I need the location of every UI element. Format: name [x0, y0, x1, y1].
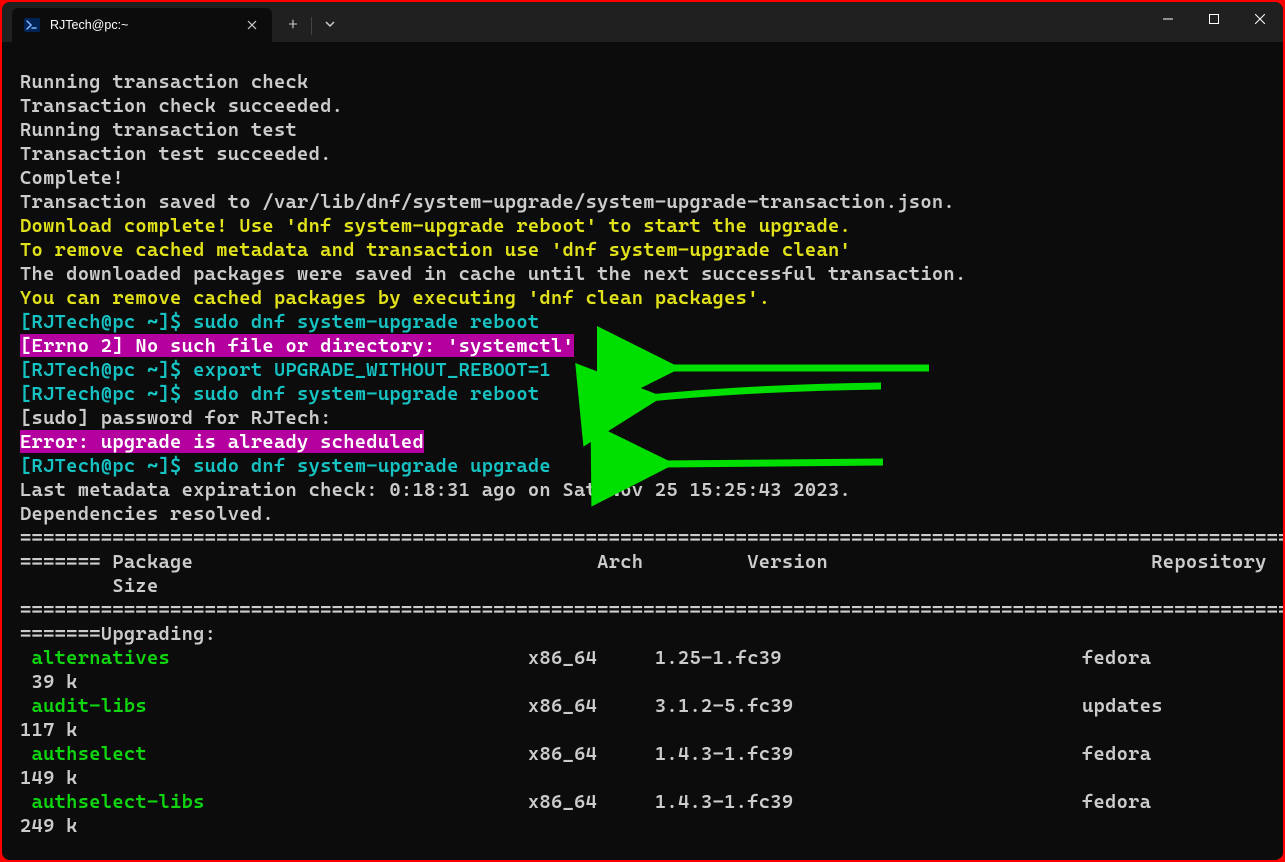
package-size: 117 k — [20, 718, 78, 741]
terminal-window: RJTech@pc:~ + Running transaction check … — [2, 2, 1283, 860]
output-line: Dependencies resolved. — [20, 502, 274, 525]
annotation-arrow-1 — [580, 332, 939, 410]
package-size: 149 k — [20, 766, 78, 789]
titlebar-drag-area[interactable] — [347, 2, 1145, 42]
separator-line: ========================================… — [20, 598, 1283, 621]
tab-actions: + — [276, 6, 347, 42]
output-line: Transaction test succeeded. — [20, 142, 332, 165]
package-size: 249 k — [20, 814, 78, 837]
powershell-icon — [24, 17, 40, 33]
prompt: [RJTech@pc ~]$ — [20, 310, 193, 333]
command: sudo dnf system-upgrade upgrade — [193, 454, 551, 477]
tab-title: RJTech@pc:~ — [50, 18, 232, 32]
output-line: [sudo] password for RJTech: — [20, 406, 332, 429]
titlebar[interactable]: RJTech@pc:~ + — [2, 2, 1283, 42]
output-line: Complete! — [20, 166, 124, 189]
output-line: Running transaction test — [20, 118, 297, 141]
prompt: [RJTech@pc ~]$ — [20, 454, 193, 477]
prompt: [RJTech@pc ~]$ — [20, 358, 193, 381]
output-line: Download complete! Use 'dnf system-upgra… — [20, 214, 851, 237]
tab-active[interactable]: RJTech@pc:~ — [12, 8, 272, 42]
command: sudo dnf system-upgrade reboot — [193, 382, 539, 405]
window-controls — [1145, 2, 1283, 42]
tab-close-button[interactable] — [242, 15, 262, 35]
command: sudo dnf system-upgrade reboot — [193, 310, 539, 333]
annotation-arrow-2 — [562, 358, 891, 440]
package-size: 39 k — [20, 670, 78, 693]
header-line: ======= Package Arch Version Repository — [20, 550, 1267, 573]
output-line: Running transaction check — [20, 70, 309, 93]
output-line: To remove cached metadata and transactio… — [20, 238, 851, 261]
prompt: [RJTech@pc ~]$ — [20, 382, 193, 405]
divider — [311, 17, 312, 35]
package-row: authselect-libs x86_64 1.4.3-1.fc39 fedo… — [20, 790, 1151, 813]
output-line: Transaction check succeeded. — [20, 94, 343, 117]
command: export UPGRADE_WITHOUT_REBOOT=1 — [193, 358, 551, 381]
maximize-button[interactable] — [1191, 2, 1237, 36]
package-row: authselect x86_64 1.4.3-1.fc39 fedora — [20, 742, 1151, 765]
output-line: The downloaded packages were saved in ca… — [20, 262, 967, 285]
minimize-button[interactable] — [1145, 2, 1191, 36]
error-line: Error: upgrade is already scheduled — [20, 430, 424, 453]
output-line: You can remove cached packages by execut… — [20, 286, 770, 309]
tab-dropdown-button[interactable] — [313, 9, 347, 39]
terminal-content[interactable]: Running transaction check Transaction ch… — [2, 42, 1283, 860]
upgrading-header: =======Upgrading: — [20, 622, 216, 645]
close-button[interactable] — [1237, 2, 1283, 36]
separator-line: ========================================… — [20, 526, 1283, 549]
new-tab-button[interactable]: + — [276, 9, 310, 39]
output-line: Last metadata expiration check: 0:18:31 … — [20, 478, 851, 501]
package-row: audit-libs x86_64 3.1.2-5.fc39 updates — [20, 694, 1163, 717]
error-line: [Errno 2] No such file or directory: 'sy… — [20, 334, 574, 357]
output-line: Transaction saved to /var/lib/dnf/system… — [20, 190, 955, 213]
package-row: alternatives x86_64 1.25-1.fc39 fedora — [20, 646, 1151, 669]
header-line-2: Size — [20, 574, 159, 597]
